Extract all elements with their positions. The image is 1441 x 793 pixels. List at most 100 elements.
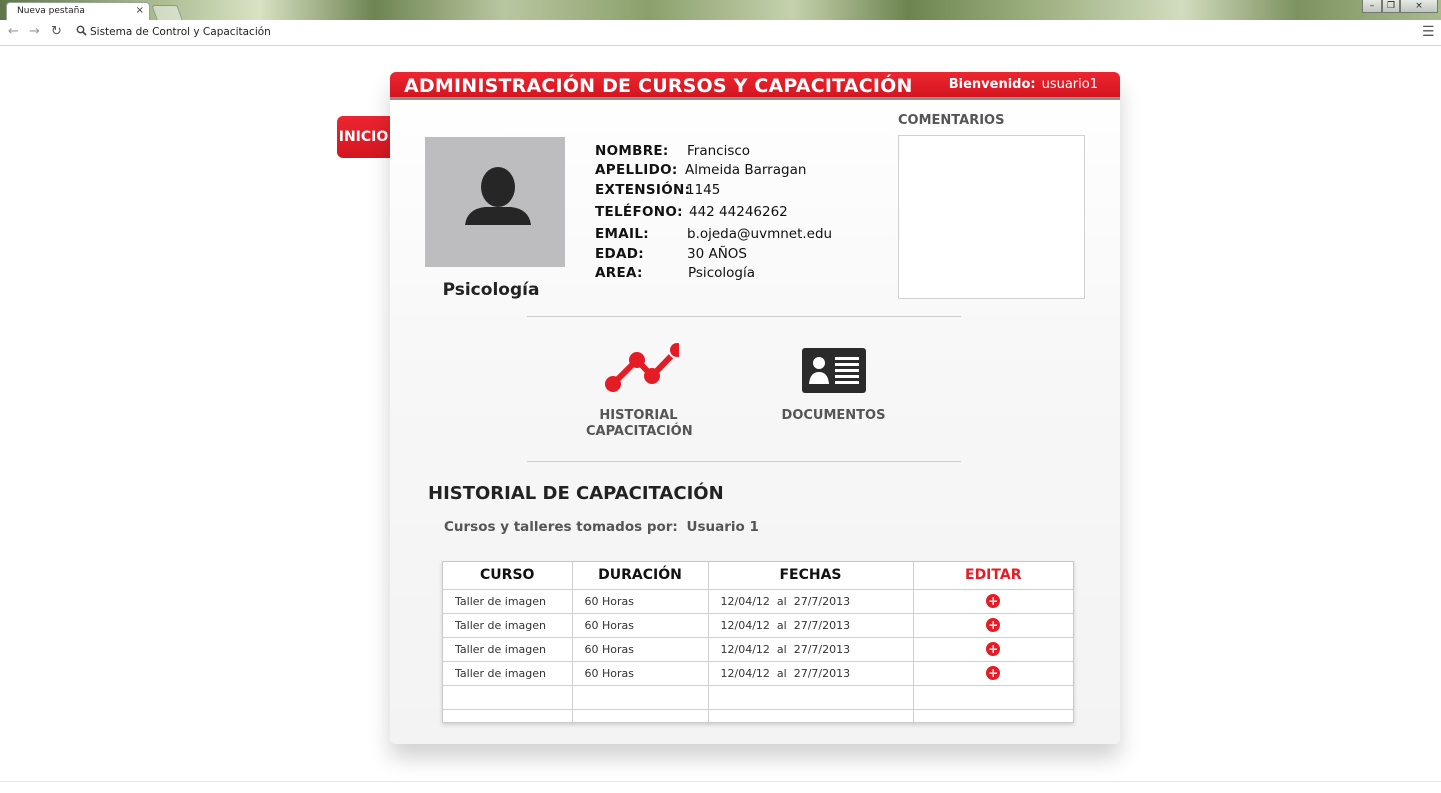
cell-curso: Taller de imagen bbox=[443, 637, 573, 662]
label-email: EMAIL: bbox=[595, 226, 649, 242]
column-header-editar: EDITAR bbox=[913, 562, 1073, 590]
add-circle-icon[interactable]: + bbox=[986, 666, 1001, 680]
documentos-label: DOCUMENTOS bbox=[781, 408, 886, 423]
browser-titlebar: Nueva pestaña × – ❐ × bbox=[0, 0, 1441, 20]
restore-button[interactable]: ❐ bbox=[1382, 0, 1400, 13]
add-circle-icon[interactable]: + bbox=[986, 618, 1001, 632]
cell-editar: + bbox=[913, 589, 1073, 614]
cell-empty bbox=[443, 685, 573, 710]
fecha-hasta: 27/7/2013 bbox=[793, 666, 851, 680]
cell-empty bbox=[708, 685, 914, 710]
fecha-hasta: 27/7/2013 bbox=[793, 594, 851, 608]
comments-label: COMENTARIOS bbox=[898, 113, 1005, 128]
cell-duracion: 60 Horas bbox=[572, 613, 709, 638]
fecha-hasta: 27/7/2013 bbox=[793, 642, 851, 656]
fecha-desde: 12/04/12 bbox=[720, 594, 770, 608]
window-close-button[interactable]: × bbox=[1400, 0, 1438, 13]
history-subtitle: Cursos y talleres tomados por: Usuario 1 bbox=[444, 519, 759, 535]
add-circle-icon[interactable]: + bbox=[986, 594, 1001, 608]
cell-duracion: 60 Horas bbox=[572, 661, 709, 686]
history-title: HISTORIAL DE CAPACITACIÓN bbox=[428, 483, 724, 504]
minimize-button[interactable]: – bbox=[1362, 0, 1382, 13]
historial-label-line1: HISTORIAL bbox=[599, 408, 678, 423]
menu-icon[interactable]: ☰ bbox=[1422, 24, 1435, 40]
line-chart-icon bbox=[604, 341, 686, 392]
table-row: Taller de imagen 60 Horas 12/04/12 al 27… bbox=[443, 661, 1073, 686]
comments-box[interactable] bbox=[898, 135, 1085, 299]
fecha-hasta: 27/7/2013 bbox=[793, 618, 851, 632]
fecha-desde: 12/04/12 bbox=[720, 618, 770, 632]
historial-label-line2: CAPACITACIÓN bbox=[586, 424, 693, 439]
cell-empty bbox=[443, 709, 573, 725]
profile-photo bbox=[425, 137, 565, 267]
column-header-curso: CURSO bbox=[443, 562, 573, 590]
documentos-button[interactable]: DOCUMENTOS bbox=[781, 348, 886, 424]
cell-fechas: 12/04/12 al 27/7/2013 bbox=[708, 613, 914, 638]
app-title: ADMINISTRACIÓN DE CURSOS Y CAPACITACIÓN bbox=[404, 75, 913, 97]
table-row: Taller de imagen 60 Horas 12/04/12 al 27… bbox=[443, 613, 1073, 638]
label-area: AREA: bbox=[595, 265, 643, 281]
cell-empty bbox=[708, 709, 914, 725]
table-header-row: CURSO DURACIÓN FECHAS EDITAR bbox=[443, 562, 1073, 590]
value-extension: 1145 bbox=[686, 182, 721, 198]
cell-editar: + bbox=[913, 637, 1073, 662]
value-edad: 30 AÑOS bbox=[687, 246, 747, 262]
cell-empty bbox=[572, 709, 709, 725]
historial-capacitacion-button[interactable]: HISTORIAL CAPACITACIÓN bbox=[586, 340, 693, 440]
fecha-al: al bbox=[776, 594, 787, 608]
forward-arrow-icon[interactable]: → bbox=[29, 24, 40, 39]
value-apellido: Almeida Barragan bbox=[685, 162, 807, 178]
search-icon bbox=[76, 25, 87, 39]
cell-editar: + bbox=[913, 613, 1073, 638]
inicio-tab[interactable]: INICIO bbox=[337, 116, 390, 158]
divider-top bbox=[527, 316, 961, 317]
reload-icon[interactable]: ↻ bbox=[51, 24, 62, 39]
column-header-fechas: FECHAS bbox=[708, 562, 914, 590]
address-bar[interactable]: Sistema de Control y Capacitación bbox=[72, 24, 1412, 42]
table-row-empty bbox=[443, 685, 1073, 710]
welcome-label: Bienvenido: bbox=[948, 77, 1036, 92]
new-tab-button[interactable] bbox=[151, 5, 183, 20]
history-subtitle-user: Usuario 1 bbox=[686, 519, 759, 535]
welcome-text: Bienvenido: usuario1 bbox=[949, 77, 1098, 92]
id-card-icon bbox=[801, 348, 866, 393]
cell-curso: Taller de imagen bbox=[443, 589, 573, 614]
fecha-desde: 12/04/12 bbox=[720, 666, 770, 680]
address-text: Sistema de Control y Capacitación bbox=[90, 26, 271, 38]
back-arrow-icon[interactable]: ← bbox=[8, 24, 19, 39]
label-nombre: NOMBRE: bbox=[595, 143, 669, 159]
cell-fechas: 12/04/12 al 27/7/2013 bbox=[708, 589, 914, 614]
cell-duracion: 60 Horas bbox=[572, 589, 709, 614]
divider-bottom bbox=[527, 461, 961, 462]
column-header-duracion: DURACIÓN bbox=[572, 562, 709, 590]
value-area: Psicología bbox=[688, 265, 755, 281]
label-edad: EDAD: bbox=[595, 246, 644, 262]
label-apellido: APELLIDO: bbox=[595, 162, 678, 178]
cell-empty bbox=[913, 709, 1073, 725]
fecha-al: al bbox=[776, 642, 787, 656]
fecha-al: al bbox=[776, 618, 787, 632]
history-subtitle-label: Cursos y talleres tomados por: bbox=[444, 519, 678, 535]
department-label: Psicología bbox=[442, 280, 540, 300]
user-silhouette-icon bbox=[465, 167, 531, 225]
history-table: CURSO DURACIÓN FECHAS EDITAR Taller de i… bbox=[442, 561, 1074, 725]
cell-editar: + bbox=[913, 661, 1073, 686]
fecha-desde: 12/04/12 bbox=[720, 642, 770, 656]
cell-empty bbox=[572, 685, 709, 710]
cell-empty bbox=[913, 685, 1073, 710]
page-bottom-line bbox=[0, 781, 1441, 782]
table-row-empty bbox=[443, 709, 1073, 725]
value-email: b.ojeda@uvmnet.edu bbox=[687, 226, 833, 242]
cell-duracion: 60 Horas bbox=[572, 637, 709, 662]
browser-toolbar: ← → ↻ Sistema de Control y Capacitación … bbox=[0, 20, 1441, 46]
panel-header: ADMINISTRACIÓN DE CURSOS Y CAPACITACIÓN … bbox=[390, 72, 1120, 100]
cell-fechas: 12/04/12 al 27/7/2013 bbox=[708, 661, 914, 686]
browser-tab[interactable]: Nueva pestaña × bbox=[6, 2, 150, 20]
add-circle-icon[interactable]: + bbox=[986, 642, 1001, 656]
tab-close-icon[interactable]: × bbox=[136, 5, 144, 16]
table-row: Taller de imagen 60 Horas 12/04/12 al 27… bbox=[443, 589, 1073, 614]
cell-fechas: 12/04/12 al 27/7/2013 bbox=[708, 637, 914, 662]
cell-curso: Taller de imagen bbox=[443, 661, 573, 686]
value-telefono: 442 44246262 bbox=[689, 204, 788, 220]
username: usuario1 bbox=[1041, 77, 1098, 92]
